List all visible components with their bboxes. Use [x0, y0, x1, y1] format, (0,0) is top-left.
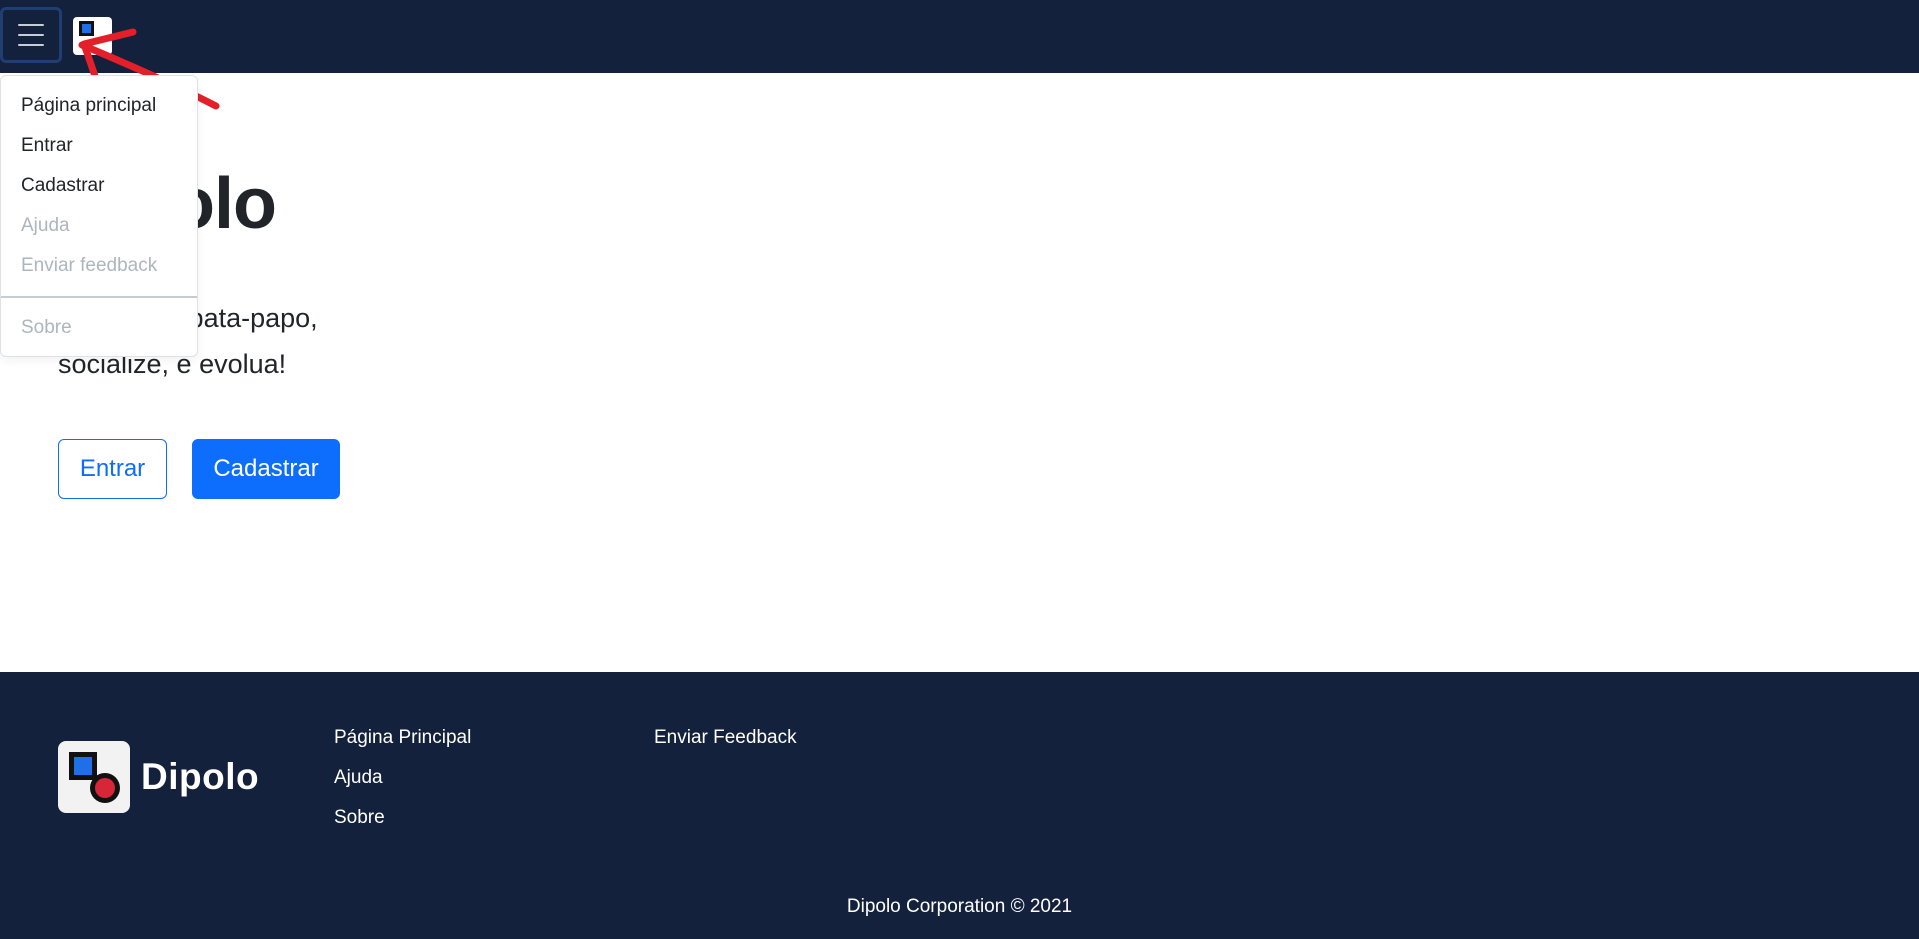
footer-copyright: Dipolo Corporation © 2021 [846, 896, 1073, 917]
footer-brand-name: Dipolo [141, 756, 260, 797]
footer-link-help[interactable]: Ajuda [334, 767, 383, 789]
top-navbar [0, 0, 1919, 73]
menu-divider [1, 296, 197, 298]
menu-item-home[interactable]: Página principal [21, 95, 156, 117]
nav-dropdown-menu: Página principal Entrar Cadastrar Ajuda … [0, 75, 198, 357]
dipolo-logo-icon [58, 741, 130, 813]
footer-link-home[interactable]: Página Principal [334, 727, 471, 749]
footer-link-about[interactable]: Sobre [334, 807, 385, 829]
hamburger-menu-icon [18, 24, 44, 26]
footer-link-feedback[interactable]: Enviar Feedback [654, 727, 797, 749]
site-footer: Dipolo Página Principal Ajuda Sobre Envi… [0, 672, 1919, 939]
dipolo-logo-icon[interactable] [73, 17, 112, 55]
login-button[interactable]: Entrar [58, 439, 167, 499]
menu-item-feedback: Enviar feedback [21, 255, 158, 276]
signup-button[interactable]: Cadastrar [192, 439, 340, 499]
hamburger-menu-button[interactable] [0, 7, 62, 63]
menu-item-help: Ajuda [21, 215, 70, 236]
menu-item-about: Sobre [21, 317, 72, 338]
menu-item-signup[interactable]: Cadastrar [21, 175, 104, 197]
menu-item-login[interactable]: Entrar [21, 135, 73, 157]
